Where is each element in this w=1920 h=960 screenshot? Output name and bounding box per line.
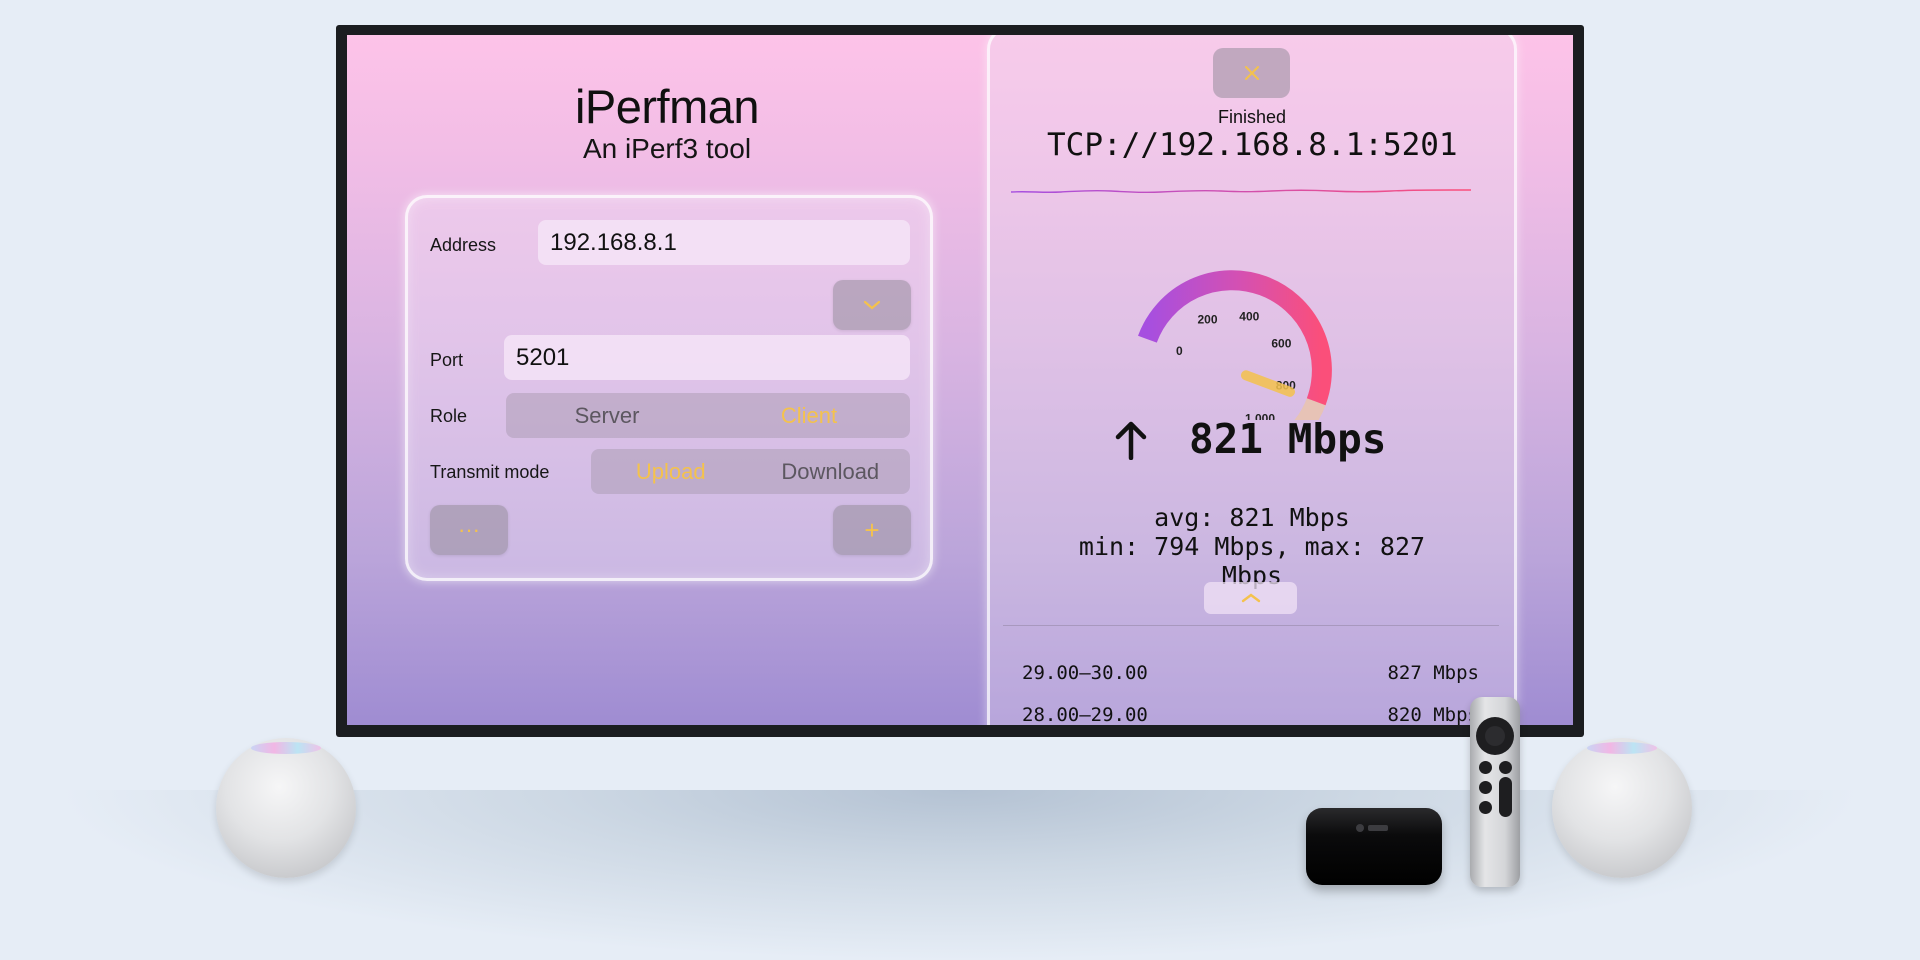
gauge-tick-label: 600 <box>1271 337 1291 351</box>
gauge-ticks: 02004006008001,000 <box>1176 310 1296 420</box>
interval-rate: 820 Mbps <box>1387 704 1479 725</box>
target-url: TCP://192.168.8.1:5201 <box>1047 127 1458 163</box>
transmit-mode-segmented-control: Upload Download <box>591 449 910 494</box>
chevron-up-icon <box>1241 593 1260 603</box>
scene: iPerfman An iPerf3 tool Address 192.168.… <box>0 0 1920 960</box>
role-option-server[interactable]: Server <box>506 393 708 438</box>
interval-row: 29.00–30.00 827 Mbps <box>1022 659 1479 687</box>
port-label: Port <box>430 350 464 370</box>
more-options-button[interactable]: ··· <box>430 505 508 555</box>
port-input[interactable]: 5201 <box>504 335 910 380</box>
close-button[interactable] <box>1213 48 1290 98</box>
address-history-button[interactable] <box>833 280 911 330</box>
chevron-down-icon <box>863 300 881 310</box>
throughput-sparkline <box>1011 189 1471 194</box>
arrow-up-icon <box>1115 421 1147 460</box>
homepod-mini-left <box>216 738 356 878</box>
siri-remote <box>1470 697 1520 887</box>
status-text: Finished <box>1217 107 1287 127</box>
collapse-details-button[interactable] <box>1204 582 1297 614</box>
role-option-client[interactable]: Client <box>708 393 910 438</box>
divider <box>1003 625 1499 626</box>
interval-rate: 827 Mbps <box>1387 662 1479 684</box>
apple-tv-box <box>1306 808 1442 885</box>
address-label: Address <box>430 235 497 255</box>
apple-tv-logo <box>1346 820 1402 836</box>
address-input[interactable]: 192.168.8.1 <box>538 220 910 265</box>
gauge-tick-label: 200 <box>1197 313 1217 327</box>
app-subtitle: An iPerf3 tool <box>582 133 752 164</box>
close-icon <box>1244 66 1259 80</box>
speed-gauge: 02004006008001,000 <box>1138 270 1332 420</box>
add-test-button[interactable]: + <box>833 505 911 555</box>
interval-range: 28.00–29.00 <box>1022 704 1148 725</box>
tv-screen: iPerfman An iPerf3 tool Address 192.168.… <box>347 35 1573 725</box>
role-segmented-control: Server Client <box>506 393 910 438</box>
app-title: iPerfman <box>574 80 760 133</box>
homepod-mini-right <box>1552 738 1692 878</box>
transmit-option-download[interactable]: Download <box>751 449 911 494</box>
interval-row: 28.00–29.00 820 Mbps <box>1022 701 1479 725</box>
current-speed: 821 Mbps <box>1189 415 1387 463</box>
transmit-option-upload[interactable]: Upload <box>591 449 751 494</box>
interval-range: 29.00–30.00 <box>1022 662 1148 684</box>
connection-form: Address 192.168.8.1 Port 5201 Role Serve… <box>405 195 933 581</box>
gauge-tick-label: 400 <box>1239 310 1259 324</box>
transmit-mode-label: Transmit mode <box>430 462 550 482</box>
role-label: Role <box>430 406 468 426</box>
average-speed: avg: 821 Mbps <box>1154 503 1350 532</box>
gauge-tick-label: 0 <box>1176 344 1183 358</box>
